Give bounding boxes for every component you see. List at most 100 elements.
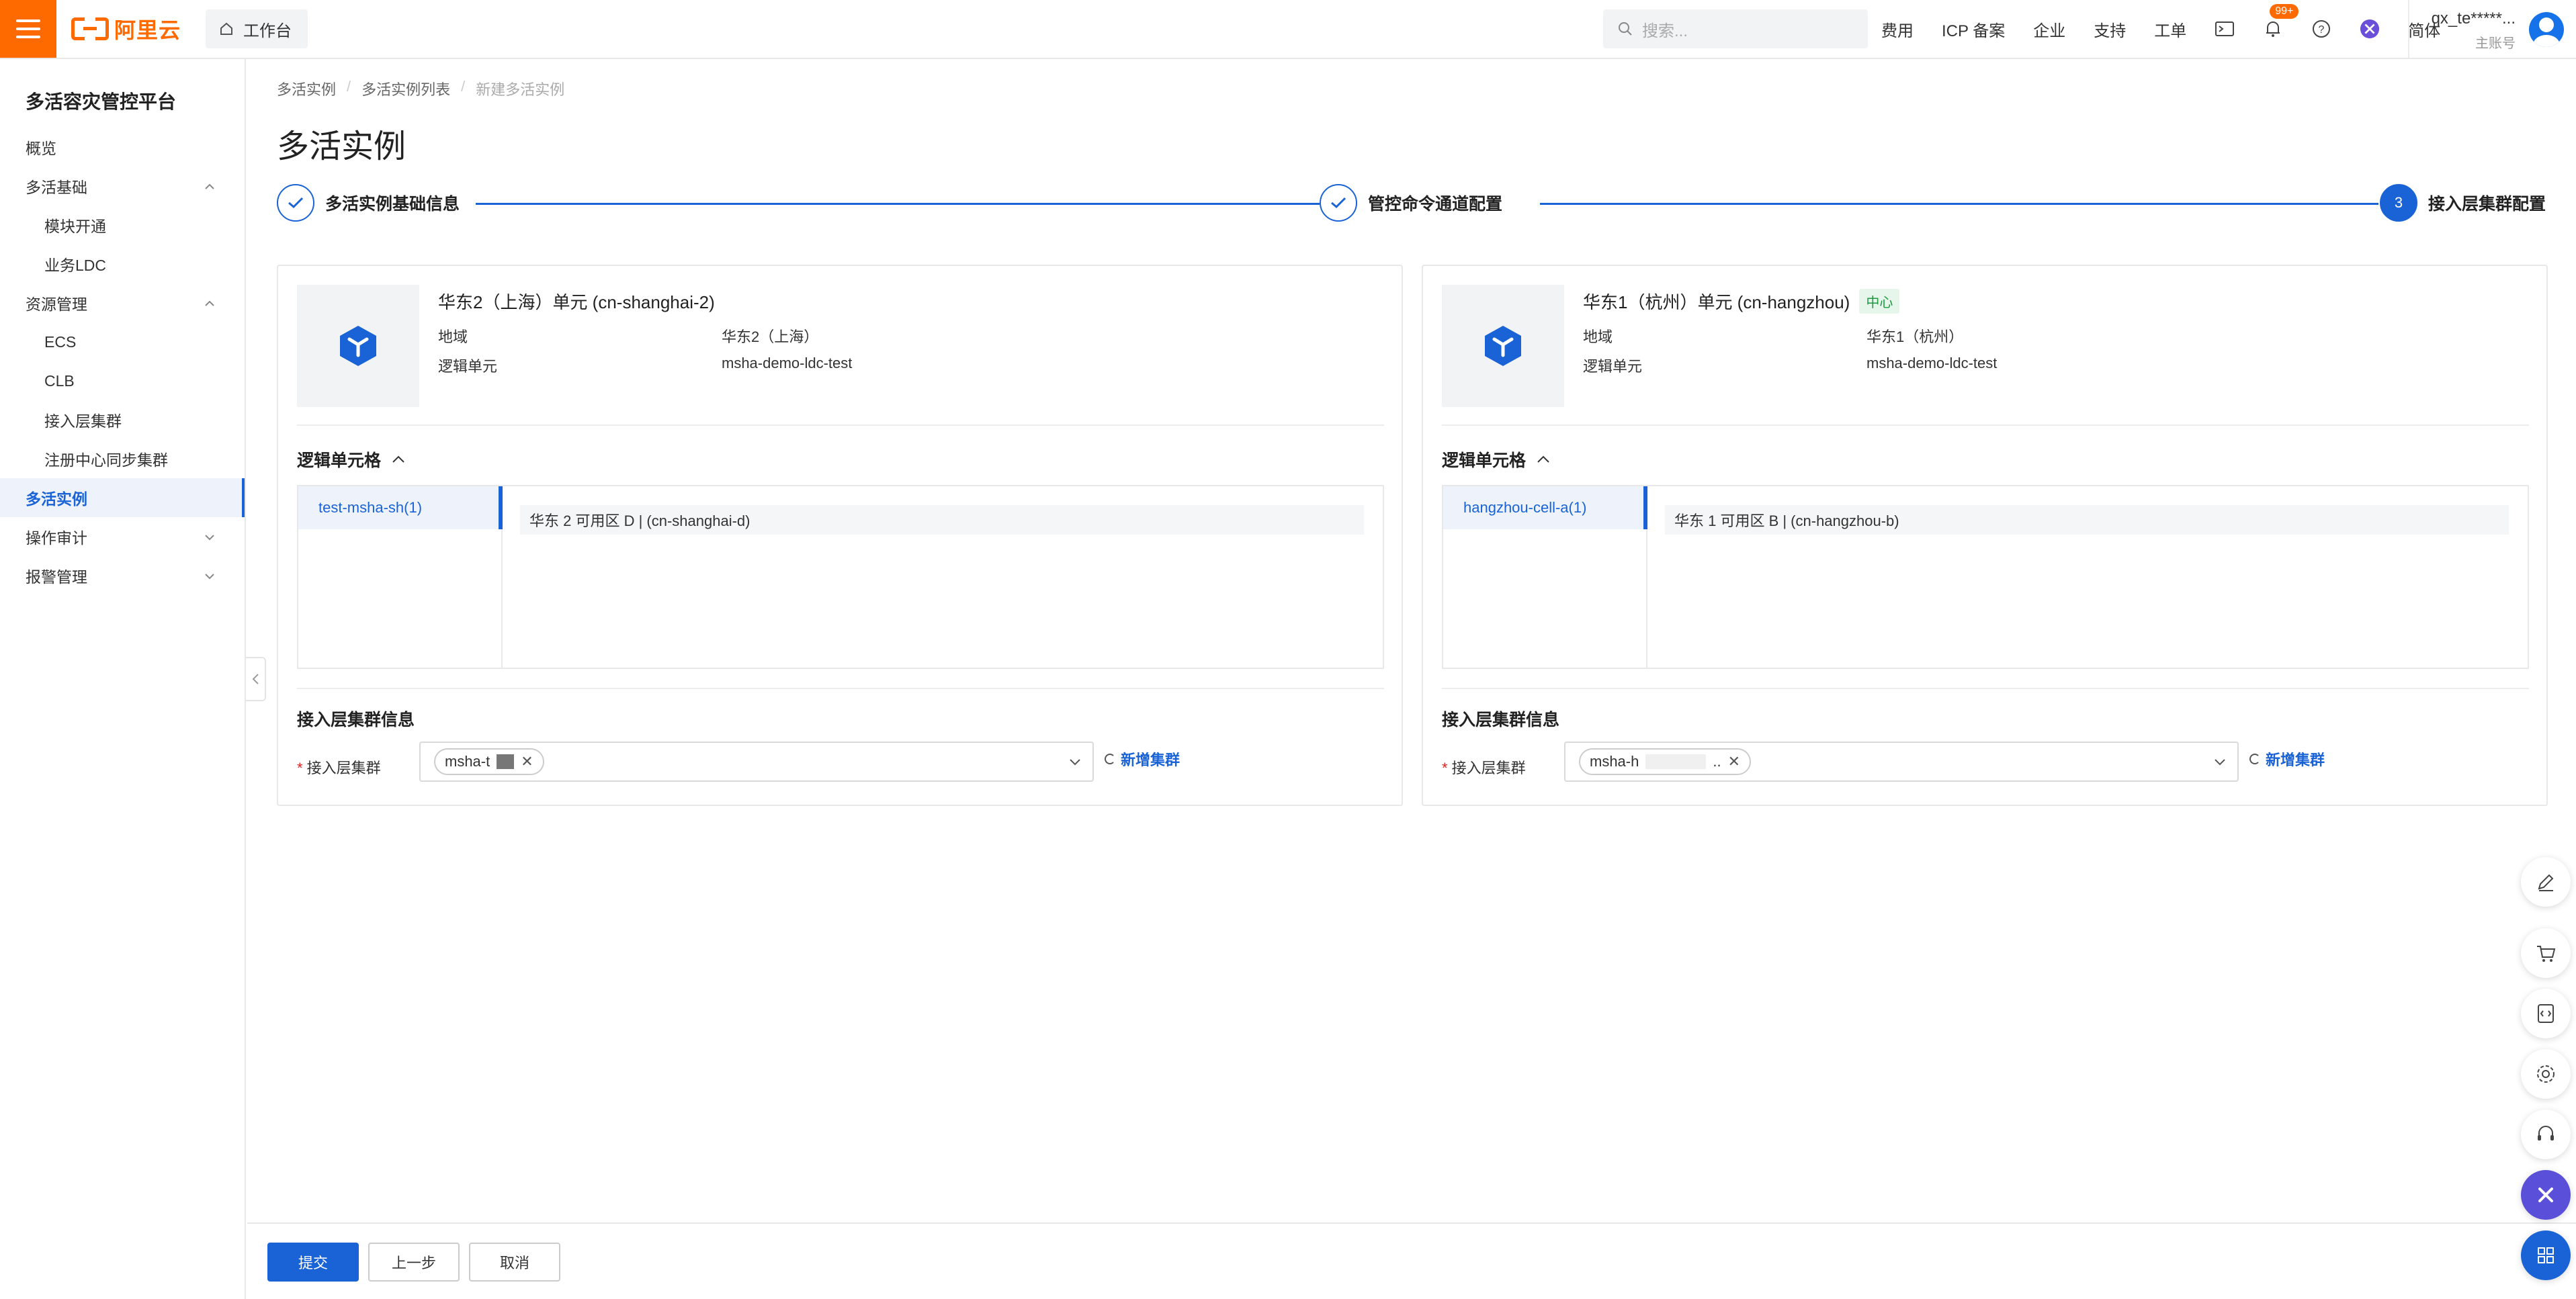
code-icon[interactable]	[2521, 989, 2571, 1038]
ai-assistant-icon[interactable]	[2360, 19, 2380, 39]
search-input[interactable]: 搜索...	[1603, 9, 1868, 48]
account-name: qx_te*****...	[2431, 9, 2516, 28]
step-2: 管控命令通道配置	[1320, 184, 1503, 222]
cluster-select[interactable]: msha-t ✕	[419, 742, 1094, 782]
step-connector	[476, 203, 1322, 205]
step-label: 接入层集群配置	[2428, 195, 2546, 214]
sidebar-item-basics[interactable]: 多活基础	[0, 167, 245, 206]
chip-label: msha-h	[1590, 753, 1639, 770]
cell-list: test-msha-sh(1)	[298, 486, 503, 668]
cells-toggle[interactable]: 逻辑单元格	[297, 447, 405, 472]
zone-row: 华东 1 可用区 B | (cn-hangzhou-b)	[1665, 505, 2509, 535]
account-role: 主账号	[2475, 36, 2516, 51]
sidebar-item-alarm[interactable]: 报警管理	[0, 556, 245, 595]
bell-icon[interactable]: 99+	[2263, 4, 2299, 39]
chevron-down-icon	[1070, 759, 1080, 766]
sidebar-item-registry-sync[interactable]: 注册中心同步集群	[0, 439, 245, 478]
terminal-icon[interactable]	[2215, 19, 2235, 39]
sidebar-item-label: 概览	[26, 140, 56, 157]
account-info[interactable]: qx_te*****... 主账号	[2421, 9, 2516, 52]
breadcrumb: 多活实例 / 多活实例列表 / 新建多活实例	[277, 78, 564, 99]
redacted-mask	[497, 754, 515, 769]
cancel-button[interactable]: 取消	[469, 1243, 560, 1282]
sidebar-item-ecs[interactable]: ECS	[0, 322, 245, 361]
sidebar-item-access-cluster[interactable]: 接入层集群	[0, 400, 245, 439]
add-cluster-link[interactable]: 新增集群	[1105, 748, 1180, 770]
unit-title: 华东2（上海）单元 (cn-shanghai-2)	[438, 289, 715, 314]
divider	[297, 688, 1384, 689]
ldc-label: 逻辑单元	[438, 358, 498, 375]
add-cluster-label: 新增集群	[2266, 752, 2325, 768]
cluster-section-title: 接入层集群信息	[297, 711, 415, 729]
cell-item[interactable]: test-msha-sh(1)	[298, 486, 503, 529]
step-label: 管控命令通道配置	[1368, 195, 1503, 214]
sidebar-item-msha-instance[interactable]: 多活实例	[0, 478, 245, 517]
assistant-icon[interactable]	[2521, 1170, 2571, 1220]
support-icon[interactable]	[2521, 1110, 2571, 1159]
sidebar-item-resources[interactable]: 资源管理	[0, 283, 245, 322]
close-icon[interactable]: ✕	[521, 753, 533, 770]
nav-billing[interactable]: 费用	[1881, 17, 1914, 41]
cells-box: hangzhou-cell-a(1) 华东 1 可用区 B | (cn-hang…	[1442, 485, 2529, 669]
cluster-field-label: * 接入层集群	[1442, 756, 1526, 778]
sidebar-item-label: ECS	[44, 332, 77, 351]
chevron-up-icon	[392, 455, 404, 463]
menu-icon[interactable]	[0, 0, 56, 58]
breadcrumb-item[interactable]: 多活实例列表	[361, 78, 450, 99]
step-label: 多活实例基础信息	[325, 195, 460, 214]
aliyun-logo[interactable]: 阿里云	[71, 15, 181, 43]
cube-icon	[1442, 285, 1564, 407]
sidebar-item-business-ldc[interactable]: 业务LDC	[0, 244, 245, 283]
nav-icp[interactable]: ICP 备案	[1942, 17, 2005, 41]
settings-icon[interactable]	[2521, 1049, 2571, 1099]
breadcrumb-item[interactable]: 多活实例	[277, 78, 336, 99]
breadcrumb-separator: /	[347, 78, 351, 95]
submit-button[interactable]: 提交	[267, 1243, 359, 1282]
region-value: 华东2（上海）	[722, 328, 819, 345]
nav-ticket[interactable]: 工单	[2154, 17, 2186, 41]
close-icon[interactable]: ✕	[1728, 753, 1740, 770]
ldc-value: msha-demo-ldc-test	[722, 355, 853, 371]
cluster-chip: msha-t ✕	[434, 748, 544, 775]
cluster-label-text: 接入层集群	[1451, 760, 1526, 776]
sidebar-item-label: 操作审计	[26, 529, 87, 547]
add-cluster-label: 新增集群	[1121, 752, 1180, 768]
workbench-button[interactable]: 工作台	[206, 9, 308, 48]
edit-icon[interactable]	[2521, 857, 2571, 907]
help-icon[interactable]: ?	[2311, 19, 2331, 39]
avatar[interactable]	[2529, 12, 2564, 47]
required-mark: *	[297, 760, 303, 776]
prev-step-button[interactable]: 上一步	[368, 1243, 460, 1282]
cluster-chip: msha-h .. ✕	[1579, 748, 1752, 775]
cluster-label-text: 接入层集群	[306, 760, 381, 776]
sidebar-item-label: CLB	[44, 371, 75, 390]
sidebar-item-module-enable[interactable]: 模块开通	[0, 206, 245, 244]
page-title: 多活实例	[277, 129, 406, 165]
nav-enterprise[interactable]: 企业	[2033, 17, 2065, 41]
header-divider	[2408, 0, 2409, 58]
cells-toggle[interactable]: 逻辑单元格	[1442, 447, 1550, 472]
cluster-field-label: * 接入层集群	[297, 756, 381, 778]
nav-support[interactable]: 支持	[2094, 17, 2126, 41]
redacted-mask	[1645, 754, 1707, 769]
ldc-value: msha-demo-ldc-test	[1866, 355, 1998, 371]
sidebar-item-label: 模块开通	[44, 218, 106, 235]
sidebar: 多活容灾管控平台 概览 多活基础 模块开通 业务LDC 资源管理 ECS CLB…	[0, 59, 246, 1299]
workbench-label: 工作台	[243, 21, 292, 40]
main-content: 多活实例 / 多活实例列表 / 新建多活实例 多活实例 多活实例基础信息 管控命…	[247, 59, 2576, 1299]
sidebar-item-clb[interactable]: CLB	[0, 361, 245, 400]
cell-item[interactable]: hangzhou-cell-a(1)	[1443, 486, 1647, 529]
cells-title: 逻辑单元格	[297, 451, 382, 470]
cluster-section-title: 接入层集群信息	[1442, 711, 1560, 729]
apps-icon[interactable]	[2521, 1230, 2571, 1280]
stepper: 多活实例基础信息 管控命令通道配置 3 接入层集群配置	[277, 184, 2546, 227]
breadcrumb-separator: /	[461, 78, 466, 95]
cluster-select[interactable]: msha-h .. ✕	[1564, 742, 2239, 782]
sidebar-item-audit[interactable]: 操作审计	[0, 517, 245, 556]
cart-icon[interactable]	[2521, 928, 2571, 978]
step-number: 3	[2380, 184, 2417, 222]
sidebar-item-label: 注册中心同步集群	[44, 451, 168, 469]
unit-title-text: 华东2（上海）单元 (cn-shanghai-2)	[438, 292, 715, 312]
add-cluster-link[interactable]: 新增集群	[2249, 748, 2325, 770]
sidebar-item-overview[interactable]: 概览	[0, 128, 245, 167]
